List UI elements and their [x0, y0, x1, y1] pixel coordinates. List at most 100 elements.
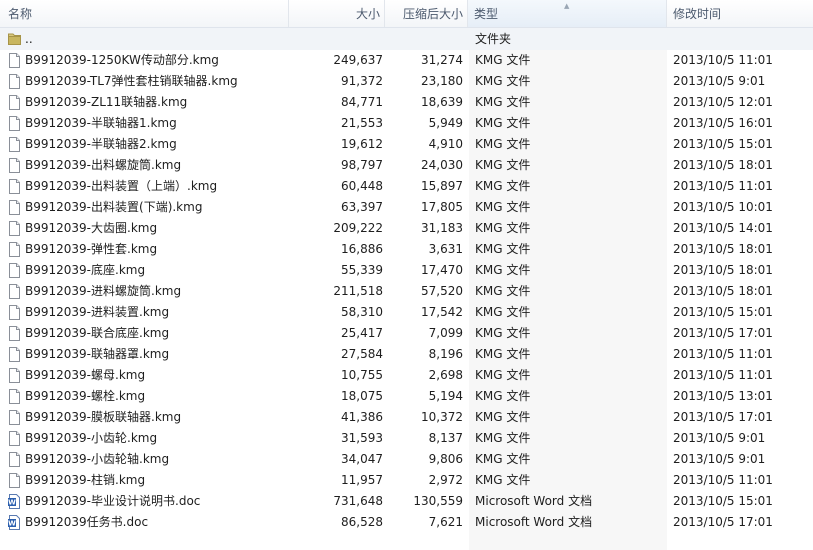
- file-type: KMG 文件: [475, 221, 531, 235]
- file-modified: 2013/10/5 9:01: [673, 452, 766, 466]
- file-name: B9912039-联轴器罩.kmg: [25, 347, 170, 361]
- file-size: 27,584: [341, 347, 383, 361]
- file-compressed-size: 5,949: [428, 116, 463, 130]
- file-row[interactable]: B9912039-1250KW传动部分.kmg 249,637 31,274 KMG …: [0, 50, 813, 71]
- sort-ascending-icon: ▲: [564, 2, 570, 10]
- file-row[interactable]: B9912039-半联轴器2.kmg 19,612 4,910 KMG 文件 2013/…: [0, 134, 813, 155]
- column-header-modified[interactable]: 修改时间: [667, 0, 813, 27]
- file-modified: 2013/10/5 11:01: [673, 53, 773, 67]
- parent-folder-name: ..: [25, 32, 33, 46]
- file-icon: [9, 200, 20, 215]
- file-compressed-size: 3,631: [428, 242, 463, 256]
- file-modified: 2013/10/5 15:01: [673, 494, 773, 508]
- file-compressed-size: 2,972: [428, 473, 463, 487]
- file-row[interactable]: B9912039-底座.kmg 55,339 17,470 KMG 文件 2013/10…: [0, 260, 813, 281]
- file-modified: 2013/10/5 17:01: [673, 515, 773, 529]
- file-compressed-size: 17,470: [421, 263, 463, 277]
- file-type: KMG 文件: [475, 95, 531, 109]
- file-modified: 2013/10/5 9:01: [673, 74, 766, 88]
- file-row[interactable]: B9912039-出料螺旋筒.kmg 98,797 24,030 KMG 文件 2013…: [0, 155, 813, 176]
- file-compressed-size: 57,520: [421, 284, 463, 298]
- file-type: KMG 文件: [475, 263, 531, 277]
- file-row[interactable]: B9912039-膜板联轴器.kmg 41,386 10,372 KMG 文件 2013…: [0, 407, 813, 428]
- file-name: B9912039-ZL11联轴器.kmg: [25, 95, 188, 109]
- file-modified: 2013/10/5 17:01: [673, 410, 773, 424]
- file-type: KMG 文件: [475, 431, 531, 445]
- file-size: 18,075: [341, 389, 383, 403]
- column-header-name[interactable]: 名称: [0, 0, 289, 27]
- file-row[interactable]: B9912039-大齿圈.kmg 209,222 31,183 KMG 文件 2013/…: [0, 218, 813, 239]
- file-name: B9912039任务书.doc: [25, 515, 149, 529]
- file-type: KMG 文件: [475, 74, 531, 88]
- file-size: 11,957: [341, 473, 383, 487]
- file-row[interactable]: W B9912039任务书.doc 86,528 7,621 Microsoft Wor…: [0, 512, 813, 533]
- file-name: B9912039-螺母.kmg: [25, 368, 146, 382]
- file-name: B9912039-TL7弹性套柱销联轴器.kmg: [25, 74, 238, 88]
- file-type: KMG 文件: [475, 473, 531, 487]
- file-type: KMG 文件: [475, 347, 531, 361]
- file-size: 731,648: [333, 494, 383, 508]
- file-compressed-size: 17,805: [421, 200, 463, 214]
- file-row[interactable]: B9912039-联合底座.kmg 25,417 7,099 KMG 文件 2013/1…: [0, 323, 813, 344]
- file-modified: 2013/10/5 15:01: [673, 305, 773, 319]
- file-row[interactable]: B9912039-ZL11联轴器.kmg 84,771 18,639 KMG 文件 20…: [0, 92, 813, 113]
- file-icon: [9, 179, 20, 194]
- file-type: KMG 文件: [475, 53, 531, 67]
- svg-text:W: W: [8, 499, 16, 507]
- file-type: KMG 文件: [475, 158, 531, 172]
- file-size: 98,797: [341, 158, 383, 172]
- file-modified: 2013/10/5 15:01: [673, 137, 773, 151]
- parent-folder-row[interactable]: .. 文件夹: [0, 28, 813, 50]
- file-row[interactable]: B9912039-螺栓.kmg 18,075 5,194 KMG 文件 2013/10/…: [0, 386, 813, 407]
- file-icon: [9, 74, 20, 89]
- file-compressed-size: 23,180: [421, 74, 463, 88]
- file-row[interactable]: B9912039-螺母.kmg 10,755 2,698 KMG 文件 2013/10/…: [0, 365, 813, 386]
- file-size: 31,593: [341, 431, 383, 445]
- file-row[interactable]: B9912039-柱销.kmg 11,957 2,972 KMG 文件 2013/10/…: [0, 470, 813, 491]
- file-modified: 2013/10/5 16:01: [673, 116, 773, 130]
- file-size: 41,386: [341, 410, 383, 424]
- file-name: B9912039-膜板联轴器.kmg: [25, 410, 182, 424]
- file-row[interactable]: B9912039-小齿轮轴.kmg 34,047 9,806 KMG 文件 2013/1…: [0, 449, 813, 470]
- word-doc-icon: W: [8, 494, 20, 509]
- file-row[interactable]: B9912039-出料装置(下端).kmg 63,397 17,805 KMG 文件 2…: [0, 197, 813, 218]
- file-name: B9912039-小齿轮轴.kmg: [25, 452, 170, 466]
- file-type: KMG 文件: [475, 452, 531, 466]
- file-row[interactable]: B9912039-进料螺旋筒.kmg 211,518 57,520 KMG 文件 201…: [0, 281, 813, 302]
- file-icon: [9, 410, 20, 425]
- file-size: 58,310: [341, 305, 383, 319]
- word-doc-icon: W: [8, 515, 20, 530]
- file-row[interactable]: B9912039-联轴器罩.kmg 27,584 8,196 KMG 文件 2013/1…: [0, 344, 813, 365]
- file-row[interactable]: B9912039-弹性套.kmg 16,886 3,631 KMG 文件 2013/10…: [0, 239, 813, 260]
- file-size: 21,553: [341, 116, 383, 130]
- file-size: 16,886: [341, 242, 383, 256]
- file-size: 19,612: [341, 137, 383, 151]
- file-row[interactable]: B9912039-半联轴器1.kmg 21,553 5,949 KMG 文件 2013/…: [0, 113, 813, 134]
- file-icon: [9, 242, 20, 257]
- file-row[interactable]: B9912039-小齿轮.kmg 31,593 8,137 KMG 文件 2013/10…: [0, 428, 813, 449]
- file-modified: 2013/10/5 14:01: [673, 221, 773, 235]
- file-modified: 2013/10/5 18:01: [673, 284, 773, 298]
- file-row[interactable]: B9912039-进料装置.kmg 58,310 17,542 KMG 文件 2013/…: [0, 302, 813, 323]
- column-header-size[interactable]: 大小: [289, 0, 385, 27]
- file-name: B9912039-小齿轮.kmg: [25, 431, 158, 445]
- file-icon: [9, 473, 20, 488]
- file-name: B9912039-出料装置（上端）.kmg: [25, 179, 218, 193]
- file-compressed-size: 8,137: [428, 431, 463, 445]
- file-name: B9912039-螺栓.kmg: [25, 389, 146, 403]
- file-modified: 2013/10/5 11:01: [673, 473, 773, 487]
- file-icon: [9, 368, 20, 383]
- file-compressed-size: 7,621: [428, 515, 463, 529]
- file-row[interactable]: W B9912039-毕业设计说明书.doc 731,648 130,559 Micro…: [0, 491, 813, 512]
- file-compressed-size: 8,196: [428, 347, 463, 361]
- file-name: B9912039-出料装置(下端).kmg: [25, 200, 203, 214]
- file-size: 34,047: [341, 452, 383, 466]
- file-icon: [9, 389, 20, 404]
- column-header-compressed-size[interactable]: 压缩后大小: [385, 0, 468, 27]
- file-row[interactable]: B9912039-TL7弹性套柱销联轴器.kmg 91,372 23,180 KMG …: [0, 71, 813, 92]
- file-row[interactable]: B9912039-出料装置（上端）.kmg 60,448 15,897 KMG 文件 2…: [0, 176, 813, 197]
- file-type: KMG 文件: [475, 305, 531, 319]
- file-type: KMG 文件: [475, 284, 531, 298]
- folder-icon: [8, 33, 21, 45]
- file-name: B9912039-弹性套.kmg: [25, 242, 158, 256]
